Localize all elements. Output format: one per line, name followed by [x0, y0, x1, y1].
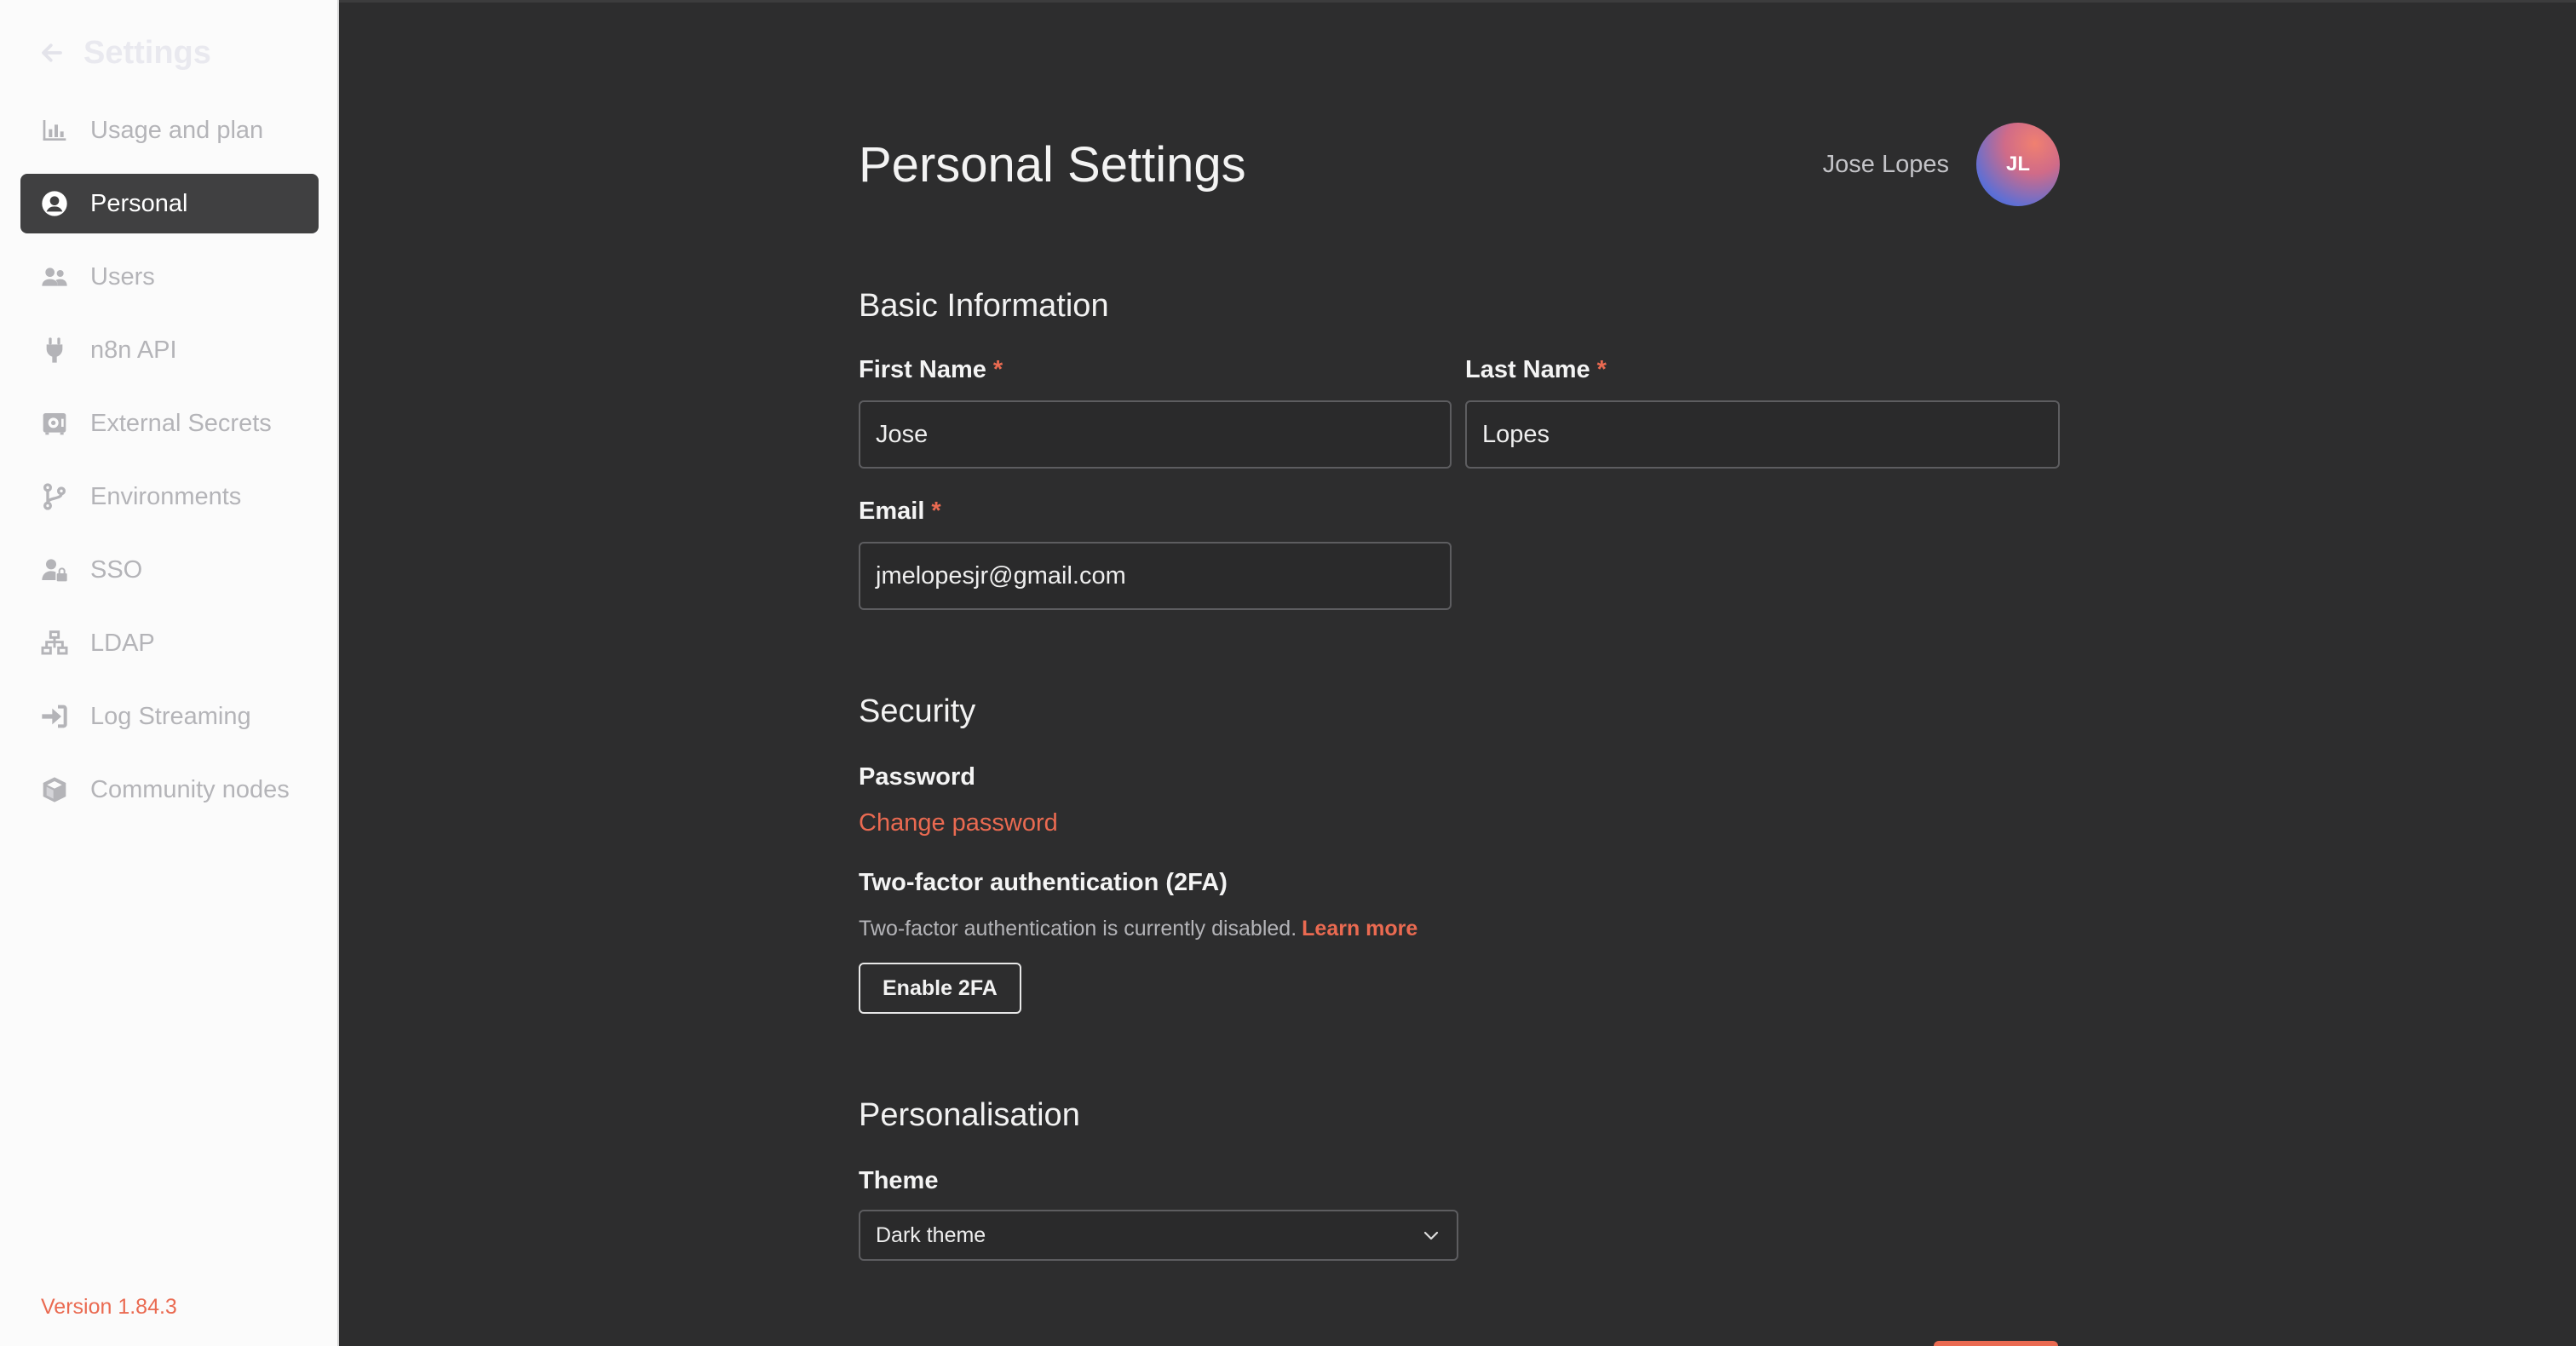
email-label-text: Email	[859, 498, 925, 525]
page-title: Personal Settings	[859, 137, 1246, 193]
sidebar-item-log-streaming[interactable]: Log Streaming	[20, 687, 319, 746]
sidebar-item-usage-and-plan[interactable]: Usage and plan	[20, 101, 319, 160]
sidebar-title: Settings	[83, 34, 211, 71]
user-circle-icon	[39, 188, 70, 219]
network-icon	[39, 628, 70, 659]
sidebar-item-label: SSO	[90, 555, 143, 584]
avatar-initials: JL	[2005, 152, 2030, 175]
theme-label: Theme	[859, 1167, 939, 1194]
enable-2fa-button[interactable]: Enable 2FA	[859, 963, 1021, 1014]
save-button[interactable]	[1934, 1341, 2058, 1346]
sidebar-item-personal[interactable]: Personal	[20, 174, 319, 233]
users-icon	[39, 262, 70, 292]
sidebar-item-label: Personal	[90, 189, 188, 217]
sidebar-item-label: Log Streaming	[90, 702, 251, 730]
sidebar-item-ldap[interactable]: LDAP	[20, 613, 319, 673]
settings-sidebar: Settings Usage and plan Personal Users n…	[0, 0, 339, 1346]
first-name-label: First Name *	[859, 356, 1003, 384]
personalisation-heading: Personalisation	[859, 1097, 1080, 1133]
sign-in-icon	[39, 701, 70, 732]
required-mark: *	[1596, 356, 1607, 383]
learn-more-link[interactable]: Learn more	[1302, 917, 1417, 940]
sidebar-item-label: n8n API	[90, 336, 177, 364]
first-name-value: Jose	[876, 420, 929, 448]
required-mark: *	[992, 356, 1003, 383]
sidebar-item-label: Environments	[90, 482, 242, 510]
sidebar-menu: Usage and plan Personal Users n8n API Ex…	[20, 101, 319, 833]
sidebar-item-sso[interactable]: SSO	[20, 540, 319, 600]
avatar: JL	[1976, 123, 2060, 206]
user-info: Jose Lopes JL	[1823, 123, 2060, 206]
sidebar-item-label: Community nodes	[90, 775, 290, 803]
theme-selected-value: Dark theme	[876, 1222, 986, 1247]
security-heading: Security	[859, 693, 976, 729]
twofa-description: Two-factor authentication is currently d…	[859, 917, 1417, 941]
sidebar-item-label: LDAP	[90, 629, 155, 657]
last-name-value: Lopes	[1482, 420, 1550, 448]
user-name: Jose Lopes	[1822, 150, 1949, 178]
email-field[interactable]: jmelopesjr@gmail.com	[859, 542, 1452, 610]
required-mark: *	[931, 498, 941, 525]
sidebar-item-n8n-api[interactable]: n8n API	[20, 320, 319, 380]
first-name-label-text: First Name	[859, 356, 986, 383]
email-label: Email *	[859, 498, 941, 526]
code-branch-icon	[39, 481, 70, 512]
twofa-status-text: Two-factor authentication is currently d…	[859, 917, 1297, 940]
sidebar-back-header[interactable]: Settings	[39, 32, 211, 73]
last-name-field[interactable]: Lopes	[1465, 400, 2060, 469]
chart-bar-icon	[39, 115, 70, 146]
version-label: Version 1.84.3	[41, 1295, 177, 1319]
sidebar-item-community-nodes[interactable]: Community nodes	[20, 760, 319, 820]
twofa-label: Two-factor authentication (2FA)	[859, 869, 1228, 896]
sidebar-item-label: Usage and plan	[90, 116, 264, 144]
last-name-label: Last Name *	[1465, 356, 1607, 384]
first-name-field[interactable]: Jose	[859, 400, 1452, 469]
sidebar-item-environments[interactable]: Environments	[20, 467, 319, 526]
change-password-link[interactable]: Change password	[859, 809, 1058, 837]
personal-settings-panel: Personal Settings Jose Lopes JL Basic In…	[859, 0, 2060, 1346]
sidebar-item-label: External Secrets	[90, 409, 272, 437]
user-lock-icon	[39, 555, 70, 585]
password-label: Password	[859, 763, 975, 791]
last-name-label-text: Last Name	[1465, 356, 1590, 383]
basic-information-heading: Basic Information	[859, 288, 1109, 324]
arrow-left-icon	[42, 43, 62, 62]
sidebar-item-label: Users	[90, 262, 155, 290]
sidebar-item-users[interactable]: Users	[20, 247, 319, 307]
theme-select[interactable]: Dark theme	[859, 1210, 1458, 1261]
email-value: jmelopesjr@gmail.com	[876, 561, 1126, 590]
sidebar-item-external-secrets[interactable]: External Secrets	[20, 394, 319, 453]
chevron-down-icon	[1423, 1231, 1439, 1240]
cube-icon	[39, 774, 70, 805]
plug-icon	[39, 335, 70, 365]
vault-icon	[39, 408, 70, 439]
